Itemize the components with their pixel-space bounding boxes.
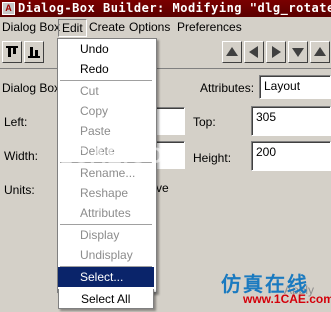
title-bar: A Dialog-Box Builder: Modifying "dlg_rot… xyxy=(0,0,331,17)
watermark-url: www.1CAE.com xyxy=(243,292,331,306)
align-top-button[interactable] xyxy=(2,41,22,63)
units-label: Units: xyxy=(4,183,35,197)
watermark-text: 1CAE.COM xyxy=(60,143,185,168)
menu-item-undisplay[interactable]: Undisplay xyxy=(58,245,154,265)
app-icon: A xyxy=(2,2,15,15)
arrow-up-button-2[interactable] xyxy=(310,41,330,63)
attributes-select[interactable]: Layout xyxy=(259,75,331,99)
align-top-icon xyxy=(6,46,18,57)
menu-item-select-all[interactable]: Select All xyxy=(58,289,154,309)
menu-item-select[interactable]: Select... xyxy=(58,267,154,287)
width-label: Width: xyxy=(4,149,39,163)
menu-create[interactable]: Create xyxy=(89,20,125,34)
menu-item-copy[interactable]: Copy xyxy=(58,101,154,121)
menu-dialog-box[interactable]: Dialog Box xyxy=(2,20,60,34)
menu-item-undo[interactable]: Undo xyxy=(58,39,154,59)
height-label: Height: xyxy=(193,151,232,165)
arrow-up-icon xyxy=(226,47,238,56)
arrow-down-icon xyxy=(292,48,304,57)
units-option-partial[interactable]: ve xyxy=(156,181,169,195)
left-input[interactable] xyxy=(155,107,185,135)
arrow-right-button[interactable] xyxy=(266,41,286,63)
menu-item-paste[interactable]: Paste xyxy=(58,121,154,141)
align-bottom-button[interactable] xyxy=(24,41,44,63)
arrow-left-icon xyxy=(249,46,258,58)
top-input[interactable]: 305 xyxy=(251,106,331,136)
toolbar xyxy=(0,38,331,69)
menu-item-reshape[interactable]: Reshape xyxy=(58,183,154,203)
window-title: Dialog-Box Builder: Modifying "dlg_rotat… xyxy=(18,1,331,15)
menu-bar: Dialog Box Edit Create Options Preferenc… xyxy=(0,17,331,38)
top-label: Top: xyxy=(193,115,216,129)
menu-item-redo[interactable]: Redo xyxy=(58,59,154,79)
arrow-right-icon xyxy=(272,46,281,58)
menu-item-cut[interactable]: Cut xyxy=(58,81,154,101)
menu-edit[interactable]: Edit xyxy=(58,19,87,37)
arrow-up-button[interactable] xyxy=(222,41,242,63)
height-input[interactable]: 200 xyxy=(251,141,331,171)
menu-item-display[interactable]: Display xyxy=(58,225,154,245)
attributes-label: Attributes: xyxy=(200,81,255,95)
menu-options[interactable]: Options xyxy=(129,20,170,34)
align-bottom-icon xyxy=(28,47,40,58)
arrow-up-icon xyxy=(314,47,326,56)
left-label: Left: xyxy=(4,115,28,129)
arrow-down-button[interactable] xyxy=(288,41,308,63)
arrow-left-button[interactable] xyxy=(244,41,264,63)
menu-item-attributes[interactable]: Attributes xyxy=(58,203,154,223)
menu-preferences[interactable]: Preferences xyxy=(177,20,242,34)
